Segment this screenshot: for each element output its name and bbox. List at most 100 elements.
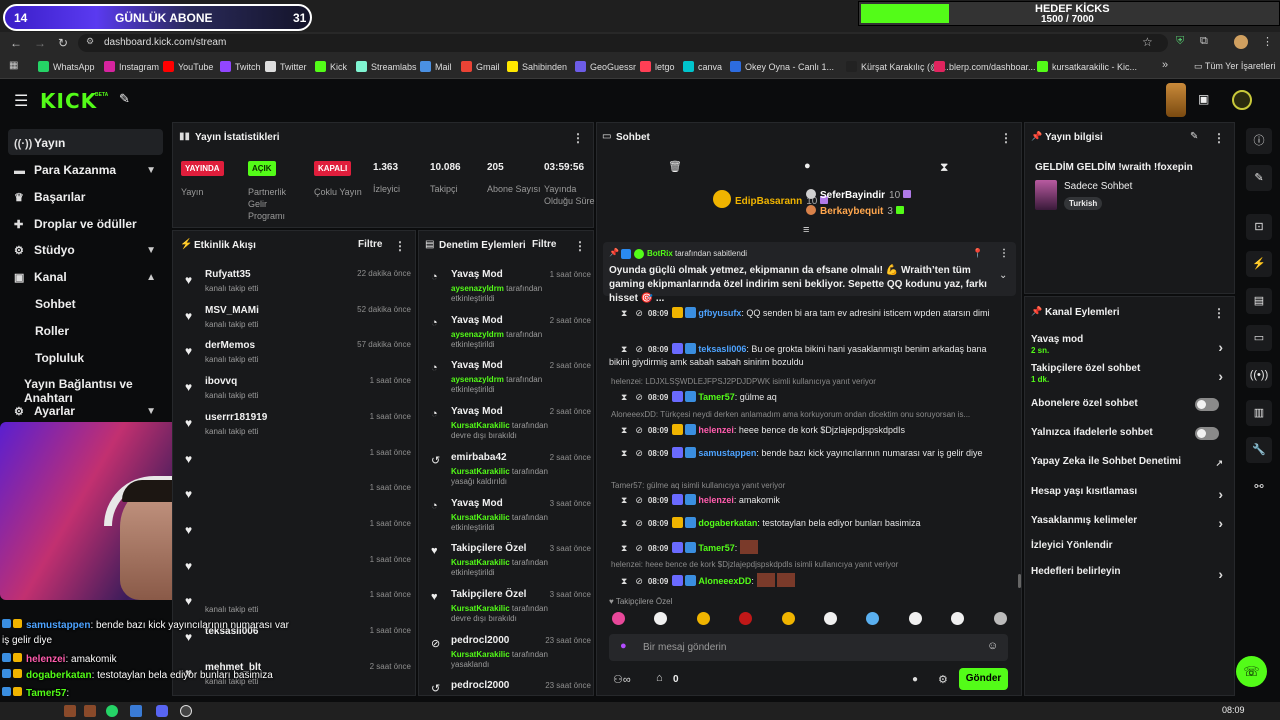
hourglass-icon[interactable]: ⧗: [621, 576, 627, 586]
moderator-name[interactable]: KursatKarakilic: [451, 558, 510, 567]
emote-picker-item[interactable]: [612, 612, 625, 625]
bookmark-item[interactable]: Twitch: [220, 61, 261, 72]
pinned-menu-icon[interactable]: ⋮: [999, 248, 1009, 259]
reload-icon[interactable]: ↻: [58, 36, 68, 50]
share-icon[interactable]: ⚯: [1246, 474, 1272, 500]
reply-context[interactable]: helenzei: LDJXLSŞWDLEJFPSJ2PDJDPWK isiml…: [611, 377, 1006, 386]
points-icon[interactable]: ⚇∞: [613, 673, 631, 686]
chat-message[interactable]: ⧗ ⊘ 08:09 gfbyusufx: QQ senden bi ara tam e…: [609, 307, 1004, 320]
bookmark-item[interactable]: Kick: [315, 61, 347, 72]
sidebar-item[interactable]: ▬ Para Kazanma: [14, 163, 116, 177]
reply-context[interactable]: Tamer57: gülme aq isimli kullanıcıya yan…: [611, 481, 1006, 490]
bookmark-item[interactable]: Okey Oyna - Canlı 1...: [730, 61, 834, 72]
chat-settings-bubble-icon[interactable]: ●: [912, 674, 918, 685]
sidebar-item[interactable]: ((·)) Yayın: [14, 136, 65, 150]
server-icon[interactable]: ▥: [1246, 400, 1272, 426]
moderator-name[interactable]: KursatKarakilic: [451, 650, 510, 659]
bookmark-item[interactable]: canva: [683, 61, 722, 72]
hourglass-icon[interactable]: ⧗: [621, 495, 627, 505]
hourglass-icon[interactable]: ⧗: [940, 160, 948, 175]
category-name[interactable]: Sadece Sohbet: [1064, 181, 1132, 192]
stats-menu-icon[interactable]: ⋮: [572, 131, 584, 145]
sidebar-item[interactable]: Topluluk: [35, 351, 84, 365]
bookmark-item[interactable]: Twitter: [265, 61, 307, 72]
timeout-icon[interactable]: ⊘: [635, 308, 643, 318]
channel-action[interactable]: Yasaklanmış kelimeler ›: [1031, 515, 1231, 535]
hourglass-icon[interactable]: ⧗: [621, 425, 627, 435]
activity-user[interactable]: ibovvq: [205, 376, 237, 387]
discord-icon[interactable]: [156, 705, 168, 717]
taskbar-app-icon[interactable]: [64, 705, 76, 717]
help-chat-button[interactable]: ☏: [1236, 656, 1267, 687]
stream-info-menu-icon[interactable]: ⋮: [1213, 131, 1225, 145]
timeout-icon[interactable]: ⊘: [635, 425, 643, 435]
chat-message[interactable]: ⧗ ⊘ 08:09 dogaberkatan: testotaylan bela ed…: [609, 517, 1004, 530]
toggle-switch[interactable]: [1195, 398, 1219, 411]
shield-icon[interactable]: ⛨: [1176, 35, 1184, 48]
chat-settings-icon[interactable]: ⚙: [938, 673, 948, 686]
activity-menu-icon[interactable]: ⋮: [394, 239, 406, 253]
pen-icon[interactable]: ✎: [1246, 165, 1272, 191]
gift-leader[interactable]: Berkaybequit 3: [806, 205, 904, 217]
sidebar-item[interactable]: ⚙ Ayarlar: [14, 404, 75, 418]
hourglass-icon[interactable]: ⧗: [621, 543, 627, 553]
timeout-icon[interactable]: ⊘: [635, 344, 643, 354]
hourglass-icon[interactable]: ⧗: [621, 392, 627, 402]
sidebar-item[interactable]: ▣ Kanal: [14, 270, 67, 284]
bookmark-item[interactable]: kursatkarakilic - Kic...: [1037, 61, 1137, 72]
chat-input[interactable]: ● Bir mesaj gönderin ☺: [609, 634, 1008, 661]
alert-figure-icon[interactable]: [1166, 83, 1186, 117]
mic-icon[interactable]: ●: [620, 640, 627, 652]
crop-icon[interactable]: ⊡: [1246, 214, 1272, 240]
activity-user[interactable]: derMemos: [205, 340, 255, 351]
hourglass-icon[interactable]: ⧗: [621, 448, 627, 458]
chevron-down-icon[interactable]: ▼: [146, 245, 156, 256]
wrench-icon[interactable]: 🔧: [1246, 437, 1272, 463]
reply-context[interactable]: AloneeexDD: Türkçesi neydi derken anlama…: [611, 410, 1006, 419]
timeout-icon[interactable]: ⊘: [635, 518, 643, 528]
message-username[interactable]: gfbyusufx: [698, 308, 741, 318]
bookmark-item[interactable]: GeoGuessr: [575, 61, 636, 72]
chevron-down-icon[interactable]: ▼: [146, 165, 156, 176]
timeout-icon[interactable]: ⊘: [635, 576, 643, 586]
sidebar-item[interactable]: Sohbet: [35, 297, 76, 311]
chevron-up-icon[interactable]: ▲: [146, 272, 156, 283]
language-tag[interactable]: Turkish: [1064, 197, 1103, 210]
message-username[interactable]: AloneeexDD: [698, 576, 751, 586]
chat-message[interactable]: ⧗ ⊘ 08:09 teksasli006: Bu oe grokta bikini …: [609, 343, 1004, 369]
obs-icon[interactable]: [180, 705, 192, 717]
taskbar-app-icon[interactable]: [130, 705, 142, 717]
channel-action[interactable]: Hedefleri belirleyin ›: [1031, 566, 1231, 586]
trash-icon[interactable]: 🗑: [668, 160, 682, 173]
moderator-name[interactable]: KursatKarakilic: [451, 513, 510, 522]
chat-scrollbar[interactable]: [1018, 574, 1021, 588]
chat-message[interactable]: ⧗ ⊘ 08:09 Tamer57: gülme aq: [609, 391, 1004, 404]
moderator-name[interactable]: aysenazyldrm: [451, 330, 504, 339]
wallet-icon[interactable]: ▣: [1198, 92, 1209, 106]
hamburger-menu-icon[interactable]: ☰: [14, 91, 28, 111]
chat-menu-icon[interactable]: ⋮: [1000, 131, 1012, 145]
info-icon[interactable]: ⓘ: [1246, 128, 1272, 154]
bookmark-item[interactable]: Sahibinden: [507, 61, 567, 72]
forward-icon[interactable]: →: [34, 36, 46, 50]
expand-lines-icon[interactable]: ≡: [803, 224, 809, 236]
reply-context[interactable]: helenzei: heee bence de kork $Djzlajepdj…: [611, 560, 1006, 569]
chat-message[interactable]: ⧗ ⊘ 08:09 helenzei: heee bence de kork $Djz…: [609, 424, 1004, 437]
kick-logo[interactable]: KICK: [40, 89, 97, 113]
channel-action[interactable]: Hesap yaşı kısıtlaması ›: [1031, 486, 1231, 506]
sidebar-item[interactable]: Yayın Bağlantısı ve Anahtarı: [24, 377, 170, 405]
toggle-switch[interactable]: [1195, 427, 1219, 440]
more-bookmarks-icon[interactable]: »: [1162, 59, 1168, 71]
timeout-icon[interactable]: ⊘: [635, 495, 643, 505]
message-username[interactable]: Tamer57: [698, 392, 734, 402]
bookmark-star-icon[interactable]: ☆: [1142, 35, 1153, 49]
site-info-icon[interactable]: ⚙: [86, 36, 94, 47]
sidebar-item[interactable]: ♛ Başarılar: [14, 190, 85, 204]
bookmark-item[interactable]: WhatsApp: [38, 61, 95, 72]
whatsapp-icon[interactable]: [106, 705, 118, 717]
pin-icon[interactable]: ✎: [119, 91, 130, 107]
moderator-name[interactable]: KursatKarakilic: [451, 604, 510, 613]
message-username[interactable]: samustappen: [698, 448, 756, 458]
lightning-icon[interactable]: ⚡: [1246, 251, 1272, 277]
sidebar-item[interactable]: ✚ Droplar ve ödüller: [14, 217, 137, 231]
